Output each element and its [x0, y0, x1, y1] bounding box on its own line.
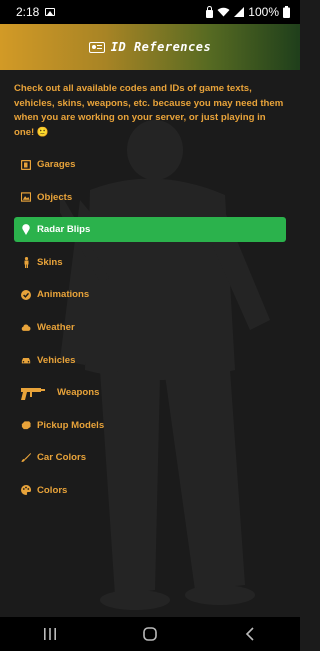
menu-item-weapons[interactable]: Weapons: [14, 380, 286, 405]
lock-icon: [206, 5, 214, 18]
brush-icon: [21, 453, 31, 463]
menu-item-label: Pickup Models: [37, 419, 105, 431]
intro-text: Check out all available codes and IDs of…: [14, 83, 284, 138]
map-pin-icon: [21, 224, 31, 236]
person-icon: [21, 256, 31, 268]
menu-item-label: Objects: [37, 191, 73, 203]
check-circle-icon: [21, 289, 31, 300]
status-right: 100%: [206, 5, 290, 19]
menu-item-label: Animations: [37, 289, 90, 301]
id-card-icon: [88, 41, 105, 53]
home-icon: [143, 627, 157, 641]
menu-item-vehicles[interactable]: Vehicles: [14, 348, 286, 373]
menu-item-animations[interactable]: Animations: [14, 282, 286, 307]
recent-apps-button[interactable]: [30, 617, 70, 651]
object-icon: [21, 192, 31, 202]
image-notification-icon: [45, 8, 56, 16]
gun-icon: [21, 387, 45, 400]
app-header: ID References: [0, 24, 300, 70]
menu-item-label: Skins: [37, 256, 63, 268]
menu-item-label: Garages: [37, 159, 76, 170]
menu-item-label: Car Colors: [37, 452, 87, 464]
menu-item-label: Weapons: [57, 387, 100, 399]
garage-icon: [21, 159, 31, 170]
menu-item-skins[interactable]: Skins: [14, 250, 286, 275]
reference-menu: Garages Objects Radar Blips Skins Animat…: [14, 152, 286, 511]
menu-item-car-colors[interactable]: Car Colors: [14, 445, 286, 470]
menu-item-label: Weather: [37, 321, 75, 333]
back-icon: [245, 627, 254, 641]
wifi-icon: [217, 7, 230, 17]
recent-apps-icon: [44, 628, 56, 640]
status-bar: 2:18 100%: [0, 0, 300, 24]
car-icon: [21, 355, 31, 365]
status-time: 2:18: [16, 5, 40, 19]
palette-icon: [21, 485, 31, 496]
system-nav-bar: [0, 617, 300, 651]
menu-item-pickup-models[interactable]: Pickup Models: [14, 413, 286, 438]
page-title: ID References: [110, 40, 212, 54]
menu-item-weather[interactable]: Weather: [14, 315, 286, 340]
menu-item-label: Vehicles: [37, 354, 76, 366]
cloud-icon: [21, 322, 31, 332]
status-left: 2:18: [16, 5, 56, 19]
back-button[interactable]: [230, 617, 270, 651]
hand-icon: [21, 420, 31, 430]
battery-percent: 100%: [248, 5, 279, 19]
battery-icon: [283, 6, 290, 18]
menu-item-label: Radar Blips: [37, 224, 91, 236]
menu-item-objects[interactable]: Objects: [14, 185, 286, 210]
signal-icon: [234, 7, 245, 17]
home-button[interactable]: [130, 617, 170, 651]
menu-item-radar-blips[interactable]: Radar Blips: [14, 217, 286, 243]
menu-item-garages[interactable]: Garages: [14, 152, 286, 177]
menu-item-label: Colors: [37, 484, 68, 496]
menu-item-colors[interactable]: Colors: [14, 478, 286, 503]
